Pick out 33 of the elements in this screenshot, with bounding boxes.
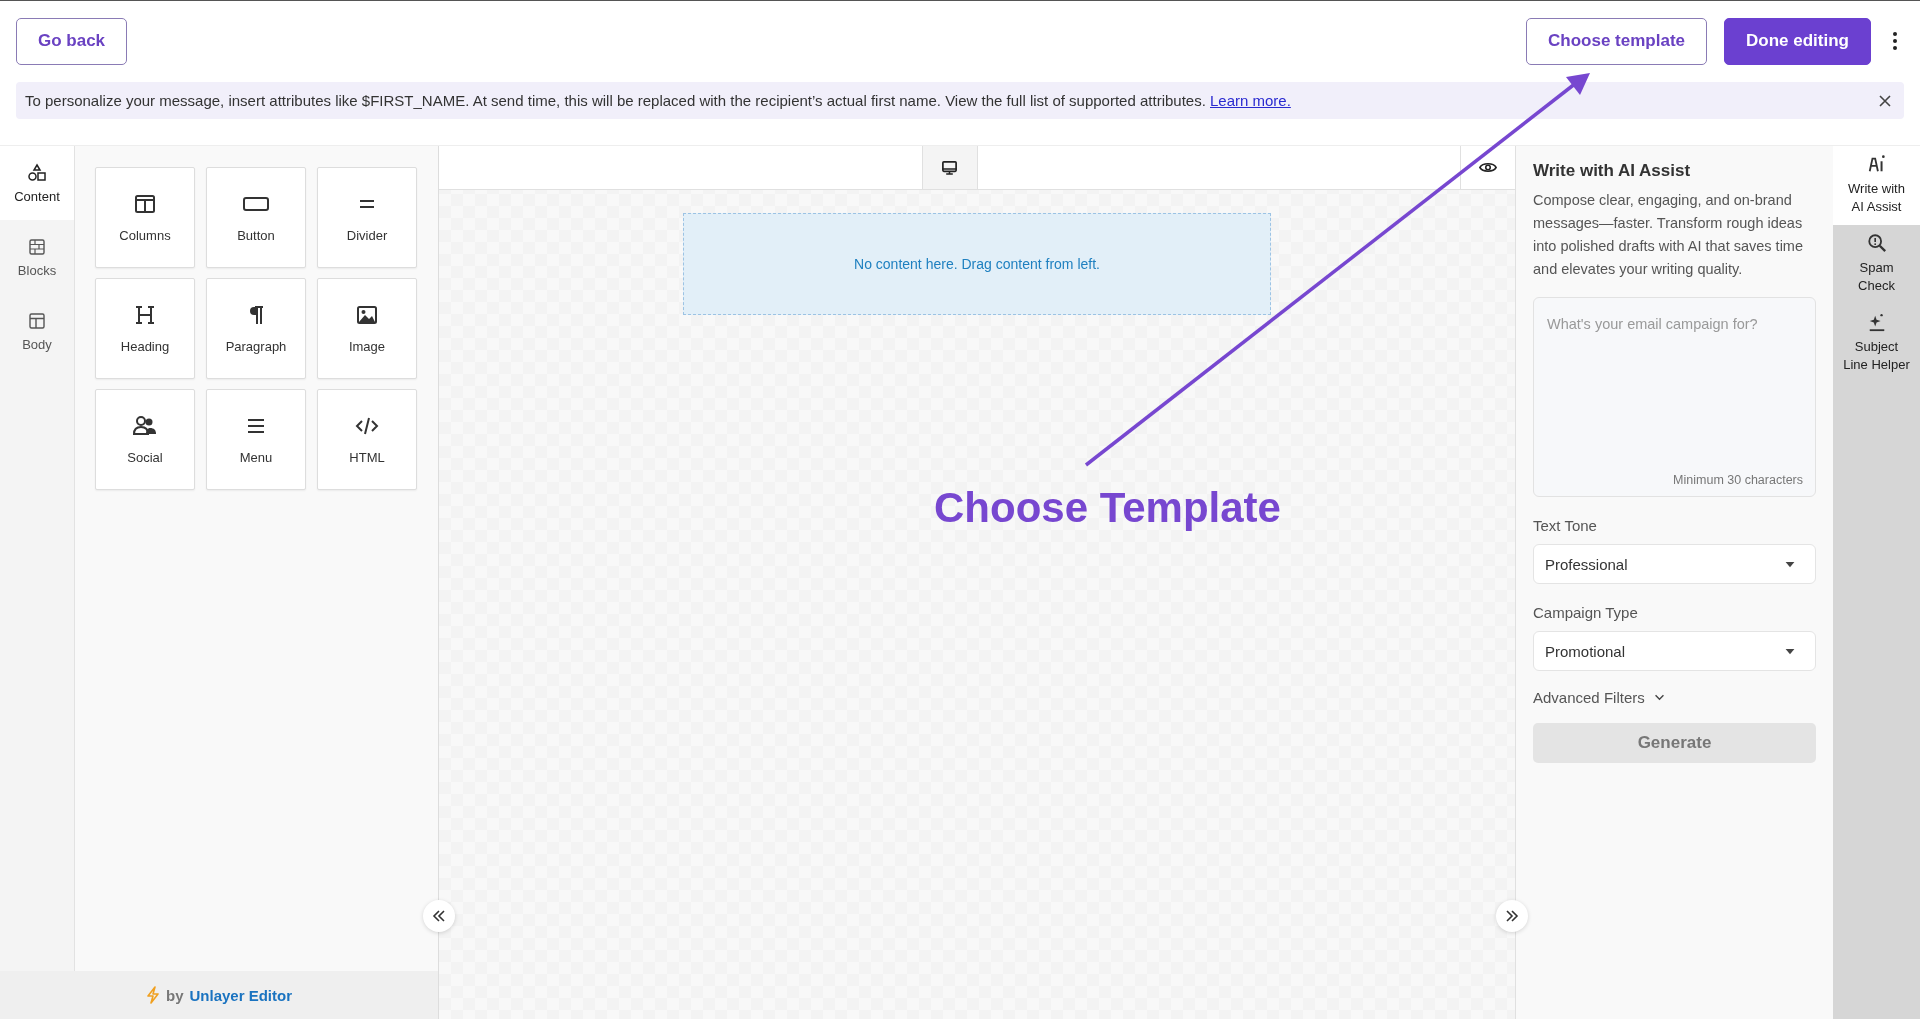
content-tile[interactable]: Button bbox=[206, 167, 306, 268]
select-field[interactable]: Promotional bbox=[1533, 631, 1816, 671]
select-field[interactable]: Professional bbox=[1533, 544, 1816, 584]
dropzone-message: No content here. Drag content from left. bbox=[854, 256, 1100, 272]
content-tile[interactable]: HTML bbox=[317, 389, 417, 490]
learn-more-link[interactable]: Learn more. bbox=[1210, 92, 1291, 109]
done-editing-button[interactable]: Done editing bbox=[1724, 17, 1871, 65]
assistant-tab[interactable]: Write with AI Assist bbox=[1833, 146, 1920, 225]
assistant-tab[interactable]: Subject Line Helper bbox=[1833, 304, 1920, 383]
content-tile[interactable]: Social bbox=[95, 389, 195, 490]
sidebar-tab[interactable]: Blocks bbox=[0, 220, 74, 294]
panel-title: Write with AI Assist bbox=[1533, 161, 1692, 181]
content-tile[interactable]: Image bbox=[317, 278, 417, 379]
banner-message: To personalize your message, insert attributes like $FIRST_NAME. At send time, this will be replaced with the recipient’s actual first name. View the full list of supported attributes. Learn more. bbox=[25, 92, 1292, 109]
sidebar-tab[interactable]: Content bbox=[0, 146, 74, 220]
annotation-label: Choose Template bbox=[934, 484, 1281, 532]
content-tile[interactable]: Paragraph bbox=[206, 278, 306, 379]
content-tile[interactable]: Menu bbox=[206, 389, 306, 490]
go-back-button[interactable]: Go back bbox=[16, 17, 128, 65]
brand-link[interactable]: Unlayer Editor bbox=[189, 986, 292, 1004]
field-label: Campaign Type bbox=[1533, 604, 1639, 621]
content-tile[interactable]: Divider bbox=[317, 167, 417, 268]
generate-button[interactable]: Generate bbox=[1533, 723, 1816, 763]
advanced-filters-toggle[interactable]: Advanced Filters bbox=[1533, 689, 1816, 706]
content-tile[interactable]: Columns bbox=[95, 167, 195, 268]
panel-description: Compose clear, engaging, and on-brand messages—faster. Transform rough ideas into polished drafts with AI that saves time and elevates your writing quality. bbox=[1533, 191, 1804, 279]
choose-template-button[interactable]: Choose template bbox=[1526, 17, 1708, 65]
field-label: Text Tone bbox=[1533, 517, 1598, 534]
character-hint: Minimum 30 characters bbox=[1673, 473, 1803, 487]
sidebar-tab[interactable]: Body bbox=[0, 294, 74, 368]
content-tile[interactable]: Heading bbox=[95, 278, 195, 379]
assistant-tab[interactable]: Spam Check bbox=[1833, 225, 1920, 304]
footer-by: by bbox=[165, 986, 184, 1004]
